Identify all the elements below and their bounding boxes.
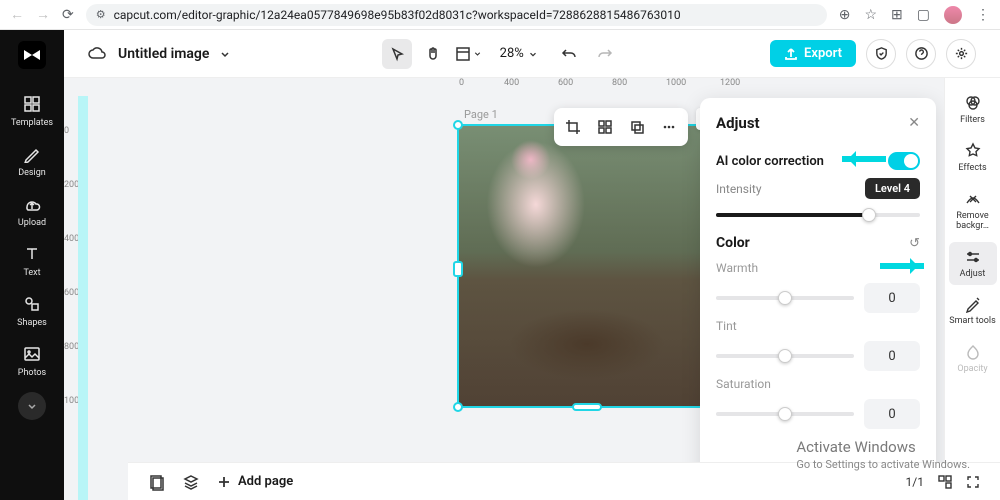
intensity-badge: Level 4 [865,178,920,199]
selection-toolbar [554,108,688,146]
text-icon [22,244,42,264]
resize-dropdown-button[interactable] [454,39,484,69]
sidebar-item-text[interactable]: Text [4,236,60,284]
redo-button[interactable] [590,39,620,69]
select-tool-button[interactable] [382,39,412,69]
top-toolbar: Untitled image 28% Export [64,30,1000,78]
sidebar-item-upload[interactable]: Upload [4,186,60,234]
selected-image[interactable] [457,124,717,408]
rail-item-effects[interactable]: Effects [949,136,997,180]
zoom-dropdown[interactable]: 28% [500,46,538,61]
bookmark-icon[interactable]: ☆ [864,7,877,23]
ai-correction-label: AI color correction [716,154,824,169]
export-button[interactable]: Export [770,40,856,67]
annotation-arrow-warmth [880,263,924,269]
undo-button[interactable] [554,39,584,69]
rail-item-smart-tools[interactable]: Smart tools [949,289,997,333]
photos-icon [22,344,42,364]
hand-tool-button[interactable] [418,39,448,69]
help-icon[interactable] [906,39,936,69]
main-area: Untitled image 28% Export [64,30,1000,500]
profile-avatar[interactable] [944,6,962,24]
resize-handle-nw[interactable] [453,120,463,130]
cloud-sync-icon[interactable] [88,44,108,64]
shapes-icon [22,294,42,314]
sidebar-more-button[interactable] [18,392,46,420]
saturation-value[interactable]: 0 [864,399,920,429]
site-info-icon[interactable]: ⚙ [96,8,106,21]
resize-handle-s[interactable] [572,403,602,411]
tint-slider[interactable] [716,354,854,358]
ai-correction-toggle[interactable] [888,152,920,170]
intensity-label: Intensity [716,182,855,196]
sidebar-item-design[interactable]: Design [4,136,60,184]
back-button[interactable]: ← [10,6,24,23]
color-section-title: Color [716,235,750,251]
title-chevron-icon[interactable] [219,48,231,60]
resize-handle-w[interactable] [453,261,463,277]
pages-icon[interactable] [148,473,166,491]
tint-label: Tint [716,319,920,333]
reload-button[interactable]: ⟳ [62,7,74,23]
shield-icon[interactable] [866,39,896,69]
warmth-value[interactable]: 0 [864,283,920,313]
rail-item-opacity[interactable]: Opacity [949,337,997,381]
copy-button[interactable] [622,112,652,142]
reset-color-button[interactable]: ↺ [909,236,920,251]
saturation-slider[interactable] [716,412,854,416]
layers-icon[interactable] [182,473,200,491]
annotation-arrow-ai [842,156,886,162]
canvas[interactable]: 0 400 600 800 1000 1200 0 200 400 600 80… [64,78,1000,500]
separate-button[interactable] [590,112,620,142]
sidebar-item-templates[interactable]: Templates [4,86,60,134]
ruler-horizontal: 0 400 600 800 1000 1200 [64,78,1000,96]
intensity-slider[interactable] [716,213,920,217]
right-tool-rail: Filters Effects Remove backgr… Adjust Sm… [944,78,1000,500]
sidebar-item-photos[interactable]: Photos [4,336,60,384]
bottom-bar: Add page 1/1 [128,462,1000,500]
tint-value[interactable]: 0 [864,341,920,371]
address-bar[interactable]: ⚙ capcut.com/editor-graphic/12a24ea05778… [86,4,827,26]
templates-icon [22,94,42,114]
crop-button[interactable] [558,112,588,142]
saturation-label: Saturation [716,377,920,391]
panel-title: Adjust [716,114,760,132]
extensions-icon[interactable]: ⊞ [891,7,903,23]
document-title[interactable]: Untitled image [118,46,209,62]
page-indicator: 1/1 [906,475,924,489]
rail-item-adjust[interactable]: Adjust [949,242,997,286]
adjust-panel: Adjust ✕ AI color correction Intensity L… [700,98,936,490]
upload-icon [22,194,42,214]
rail-item-remove-bg[interactable]: Remove backgr… [949,184,997,238]
more-options-button[interactable] [654,112,684,142]
warmth-slider[interactable] [716,296,854,300]
resize-handle-sw[interactable] [453,402,463,412]
browser-chrome: ← → ⟳ ⚙ capcut.com/editor-graphic/12a24e… [0,0,1000,30]
close-panel-button[interactable]: ✕ [908,115,920,131]
fullscreen-icon[interactable] [966,475,980,489]
sidebar-item-shapes[interactable]: Shapes [4,286,60,334]
side-panel-icon[interactable]: ▢ [917,7,930,23]
url-text: capcut.com/editor-graphic/12a24ea0577849… [114,8,681,22]
sidebar: Templates Design Upload Text Shapes Phot… [0,30,64,500]
grid-view-icon[interactable] [938,475,952,489]
add-page-button[interactable]: Add page [216,474,293,490]
app-logo[interactable] [17,40,47,70]
page-label: Page 1 [464,108,498,121]
kebab-menu-icon[interactable]: ⋮ [976,7,990,23]
design-icon [22,144,42,164]
forward-button[interactable]: → [36,6,50,23]
settings-icon[interactable] [946,39,976,69]
rail-item-filters[interactable]: Filters [949,88,997,132]
zoom-icon[interactable]: ⊕ [839,7,851,23]
ruler-vertical: 0 200 400 600 800 1000 [64,96,78,500]
